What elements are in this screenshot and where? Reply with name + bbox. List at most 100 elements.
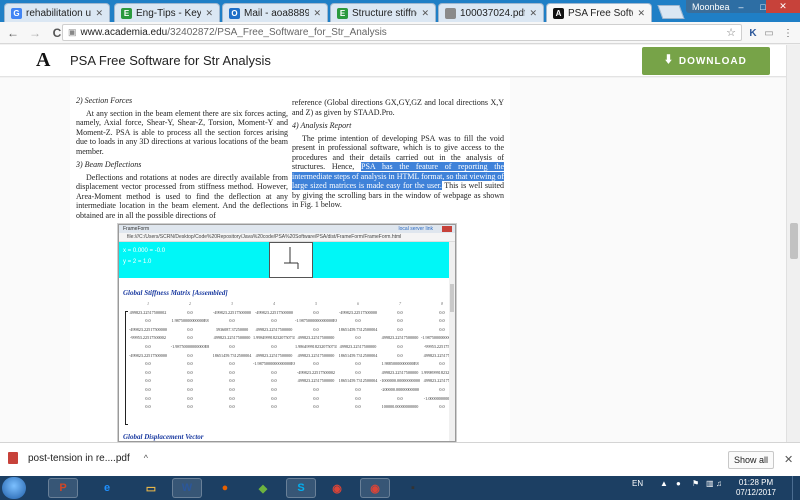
matrix-cell: 0.0	[229, 361, 235, 367]
matrix-cell: 0.0	[145, 343, 151, 349]
page-scrollbar-thumb[interactable]	[790, 223, 798, 259]
matrix-cell: 0.0	[271, 395, 277, 401]
download-options-chevron-icon[interactable]: ^	[144, 453, 148, 463]
firefox-icon[interactable]: ●	[210, 478, 240, 498]
close-window-button[interactable]: ✕	[766, 0, 800, 13]
matrix-cell: 0.0	[187, 378, 193, 384]
close-tab-icon[interactable]: ✕	[529, 8, 537, 19]
matrix-cell: 0.0	[229, 369, 235, 375]
close-tab-icon[interactable]: ✕	[313, 8, 321, 19]
matrix-row: -499823.22517500000 0.0 18651459.731250000…	[119, 352, 455, 362]
matrix-cell: 100000.00000000000	[381, 404, 419, 410]
matrix-header-cell: 4	[272, 301, 276, 306]
section-heading: 4) Analysis Report	[292, 121, 352, 130]
system-clock[interactable]: 01:28 PM 07/12/2017	[726, 478, 786, 498]
browser-tab-label: Structure stiffness m	[352, 7, 417, 19]
page-scrollbar[interactable]	[786, 45, 800, 442]
matrix-cell: 0.0	[271, 318, 277, 324]
matrix-title: Global Stiffness Matrix [Assembled]	[123, 289, 228, 297]
browser-tab[interactable]: 100037024.pdf ✕	[438, 3, 544, 22]
tray-app-icon[interactable]: ●	[676, 479, 681, 488]
academia-logo[interactable]: A	[36, 49, 50, 72]
document-viewer[interactable]: 2) Section Forces At any section in the …	[0, 78, 786, 442]
media-icon[interactable]: ◆	[248, 478, 278, 498]
close-shelf-icon[interactable]: ✕	[784, 453, 793, 466]
matrix-cell: 0.0	[313, 326, 319, 332]
skype-icon[interactable]: S	[286, 478, 316, 498]
matrix-cell: 499823.22517500000	[255, 326, 293, 332]
matrix-cell: 0.0	[355, 361, 361, 367]
new-tab-button[interactable]	[657, 5, 685, 19]
matrix-row: 0.0 -1.98750000000000E8 0.0 0.0 1.9864999182…	[119, 343, 455, 353]
start-button-icon[interactable]	[2, 477, 26, 499]
matrix-row: 0.0 0.0 0.0 0.0 -499823.22517500002 0.0 499823…	[119, 369, 455, 379]
matrix-cell: -99953.22517500002	[130, 335, 166, 341]
matrix-cell: 0.0	[187, 352, 193, 358]
download-button[interactable]: 🠳 DOWNLOAD	[642, 47, 770, 75]
url-path: /32402872/PSA_Free_Software_for_Str_Anal…	[167, 27, 387, 38]
browser-tab[interactable]: E Structure stiffness m ✕	[330, 3, 436, 22]
word-icon[interactable]: W	[172, 478, 202, 498]
close-tab-icon[interactable]: ✕	[95, 8, 103, 19]
back-icon[interactable]: ←	[4, 24, 22, 42]
clock-time: 01:28 PM	[738, 478, 774, 487]
matrix-row: 0.0 0.0 0.0 -1.9875000000000000E8 0.0 0.0 1.98…	[119, 361, 451, 370]
volume-icon[interactable]: ♫	[716, 479, 722, 488]
matrix-header-cell: 5	[314, 301, 318, 306]
matrix-cell: 0.0	[313, 404, 319, 410]
browser-tab[interactable]: O Mail - aoa8889@ho✕	[222, 3, 328, 22]
matrix-cell: 499823.22517500000	[381, 369, 419, 375]
internet-explorer-icon[interactable]: e	[92, 478, 122, 498]
matrix-cell: -499823.22517500000	[212, 309, 252, 315]
cast-icon[interactable]: ▭	[762, 25, 776, 41]
powerpoint-icon[interactable]: P	[48, 478, 78, 498]
browser-tab[interactable]: Grehabilitation using p✕	[4, 3, 110, 22]
chrome-running-icon[interactable]: ◉	[360, 478, 390, 498]
matrix-cell: 0.0	[397, 309, 403, 315]
matrix-header-cell: 1	[146, 301, 150, 306]
chrome-icon[interactable]: ◉	[322, 478, 352, 498]
address-bar[interactable]: ▣ www.academia.edu/32402872/PSA_Free_Sof…	[62, 24, 742, 41]
browser-tab[interactable]: E Eng-Tips - Keyword✕	[114, 3, 220, 22]
matrix-cell: 0.0	[229, 343, 235, 349]
extension-icon[interactable]: K	[746, 25, 760, 41]
figure-structure-diagram	[269, 242, 313, 278]
matrix-row: 0.0 0.0 0.0 0.0 0.0 0.0 -200000.00000000000 0.0	[119, 387, 451, 396]
menu-icon[interactable]: ⋮	[782, 25, 794, 41]
matrix-cell: 0.0	[187, 335, 193, 341]
figure-cyan-line: x = 0.000 = -0.0	[123, 248, 166, 254]
paragraph: Deflections and rotations at nodes are d…	[76, 172, 288, 220]
minimize-button[interactable]: –	[730, 0, 752, 13]
paragraph: reference (Global directions GX,GY,GZ an…	[292, 98, 504, 117]
forward-icon[interactable]: →	[26, 24, 44, 42]
close-tab-icon[interactable]: ✕	[637, 8, 645, 19]
browser-tab-strip: Moonbeam – □ ✕ Grehabilitation using p✕E…	[0, 0, 800, 23]
matrix-cell: 0.0	[145, 386, 151, 392]
close-tab-icon[interactable]: ✕	[205, 8, 213, 19]
matrix-cell: 0.0	[187, 326, 193, 332]
tray-expand-icon[interactable]: ▲	[660, 479, 668, 488]
matrix-header-cell: 2	[188, 301, 192, 306]
windows-taskbar: EN ▲ ● ⚑ ▥ ♫ 01:28 PM 07/12/2017 Pe ▭ W ● ◆ S…	[0, 476, 800, 500]
matrix-cell: 0.0	[271, 404, 277, 410]
matrix-cell: 0.0	[145, 404, 151, 410]
figure-close-icon	[442, 226, 452, 232]
matrix-cell: 0.0	[313, 386, 319, 392]
outlook-icon: O	[229, 7, 240, 19]
academia-icon: A	[553, 8, 564, 19]
download-item[interactable]: post-tension in re....pdf ^	[8, 452, 148, 464]
matrix-cell: 0.0	[313, 361, 319, 367]
cmd-icon[interactable]: ▪	[398, 478, 428, 498]
close-tab-icon[interactable]: ✕	[421, 8, 429, 19]
bookmark-star-icon[interactable]: ☆	[726, 26, 736, 39]
matrix-row: 499823.22517500002 0.0 -499823.22517500000…	[119, 310, 451, 319]
matrix-cell: 1.9984999182320750731	[253, 335, 295, 341]
language-indicator[interactable]: EN	[632, 479, 643, 488]
engtips-icon: E	[121, 7, 132, 19]
show-desktop-button[interactable]	[792, 476, 800, 500]
network-icon[interactable]: ▥	[706, 479, 714, 488]
flag-icon[interactable]: ⚑	[692, 479, 699, 488]
show-all-downloads-button[interactable]: Show all	[728, 451, 774, 469]
file-explorer-icon[interactable]: ▭	[136, 478, 166, 498]
browser-tab[interactable]: A PSA Free Software fo ✕	[546, 3, 652, 23]
